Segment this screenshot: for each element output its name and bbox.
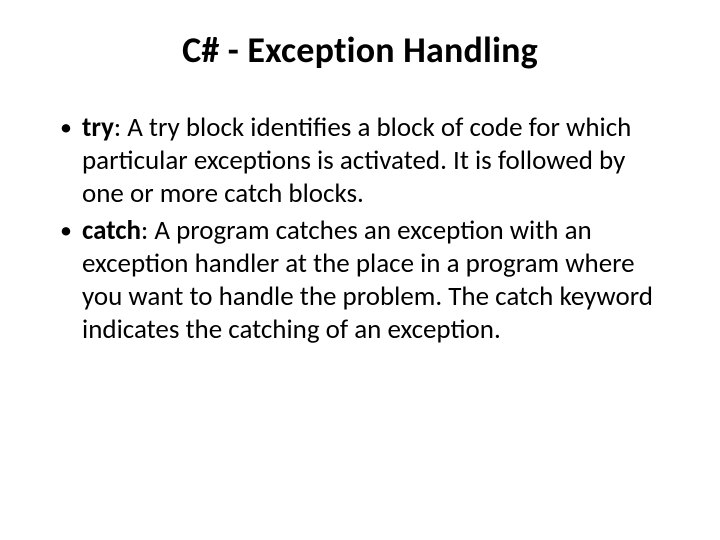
keyword-catch: catch: [82, 214, 141, 247]
list-item: catch: A program catches an exception wi…: [56, 215, 668, 347]
slide: C# - Exception Handling try: A try block…: [0, 0, 720, 540]
bullet-list: try: A try block identifies a block of c…: [48, 112, 672, 347]
slide-title: C# - Exception Handling: [48, 28, 672, 72]
bullet-text: : A program catches an exception with an…: [82, 214, 653, 346]
bullet-text: : A try block identifies a block of code…: [82, 111, 631, 210]
list-item: try: A try block identifies a block of c…: [56, 112, 668, 211]
keyword-try: try: [82, 111, 114, 144]
